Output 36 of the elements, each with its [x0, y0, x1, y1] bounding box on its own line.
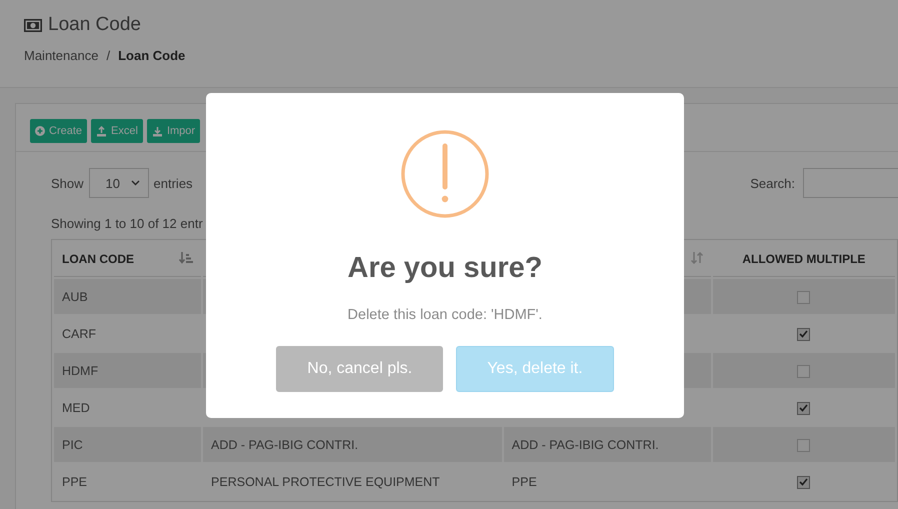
download-icon: [152, 126, 163, 136]
checkbox[interactable]: [797, 290, 810, 304]
upload-icon: [96, 126, 108, 136]
table-cell: ADD - PAG-IBIG CONTRI.: [203, 427, 502, 462]
breadcrumb-item[interactable]: Maintenance: [24, 48, 98, 63]
dialog-message: Delete this loan code: 'HDMF'.: [348, 307, 542, 323]
plus-circle-icon: [35, 126, 45, 136]
page-title: Loan Code: [48, 14, 141, 36]
search-label: Search:: [750, 176, 795, 190]
sort-icon: [690, 252, 703, 264]
table-cell: HDMF: [54, 353, 202, 388]
checkbox[interactable]: [797, 402, 810, 415]
confirm-button[interactable]: Yes, delete it.: [456, 346, 614, 392]
entries-label: entries: [154, 176, 193, 190]
checkbox[interactable]: [797, 364, 810, 378]
sort-descending-icon: [179, 252, 194, 264]
breadcrumb-item: Loan Code: [118, 48, 186, 63]
toolbar-button[interactable]: Create: [30, 119, 88, 143]
search-field[interactable]: [803, 168, 898, 198]
warning-icon: [401, 130, 489, 218]
dialog-title: Are you sure?: [348, 252, 542, 285]
entries-select[interactable]: 10: [88, 168, 149, 198]
checkbox[interactable]: [797, 438, 810, 452]
checkbox[interactable]: [797, 328, 810, 341]
cancel-button[interactable]: No, cancel pls.: [276, 346, 444, 392]
table-cell: AUB: [54, 279, 202, 314]
breadcrumb-separator: /: [106, 48, 110, 63]
toolbar-button[interactable]: Excel: [91, 119, 143, 143]
money-icon: [24, 18, 42, 32]
checkbox[interactable]: [797, 476, 810, 489]
show-label: Show: [51, 176, 84, 190]
toolbar-button[interactable]: Impor: [146, 119, 200, 143]
chevron-down-icon: [130, 180, 140, 186]
table-cell: PIC: [54, 427, 202, 462]
entries-info: Showing 1 to 10 of 12 entr: [50, 215, 204, 233]
table-cell: ADD - PAG-IBIG CONTRI.: [504, 427, 711, 462]
